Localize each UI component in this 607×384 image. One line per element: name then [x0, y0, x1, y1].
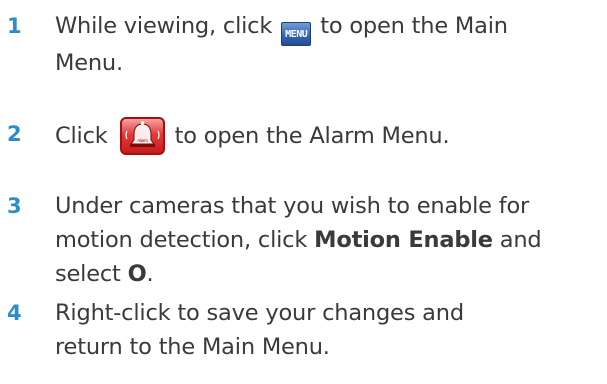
step-text-before: While viewing, click	[55, 13, 273, 39]
step-text-before: Click	[55, 123, 108, 149]
step-text: Under cameras that you wish to enable fo…	[55, 189, 607, 291]
step-text-line1: Right-click to save your changes and	[55, 300, 464, 326]
step-text-line2: Menu.	[55, 50, 123, 76]
step-number: 1	[7, 14, 22, 38]
motion-enable-label: Motion Enable	[314, 227, 493, 253]
step-text-line2-before: motion detection, click	[55, 227, 308, 253]
step-text-line3-after: .	[146, 261, 154, 287]
option-value: O	[127, 261, 147, 287]
step-text-after: to open the Alarm Menu.	[174, 123, 450, 149]
alarm-bell-graphic: Alarm	[125, 121, 160, 147]
step-text-after: to open the Main	[320, 13, 508, 39]
step-text: Click Alarm to open the Alarm Menu.	[55, 117, 607, 155]
step-text-line3-before: select	[55, 261, 121, 287]
step-text: While viewing, click MENU to open the Main…	[55, 9, 607, 80]
step-number: 3	[7, 194, 22, 218]
step-text-line2-after: and	[499, 227, 542, 253]
step-number: 4	[7, 301, 22, 325]
alarm-icon-label: Alarm	[137, 138, 148, 143]
step-text: Right-click to save your changes and ret…	[55, 296, 607, 364]
step-text-line1: Under cameras that you wish to enable fo…	[55, 193, 530, 219]
step-number: 2	[7, 122, 22, 146]
menu-icon: MENU	[281, 22, 312, 46]
step-text-line2: return to the Main Menu.	[55, 334, 330, 360]
menu-icon-label: MENU	[285, 29, 308, 40]
alarm-icon: Alarm	[119, 117, 165, 155]
